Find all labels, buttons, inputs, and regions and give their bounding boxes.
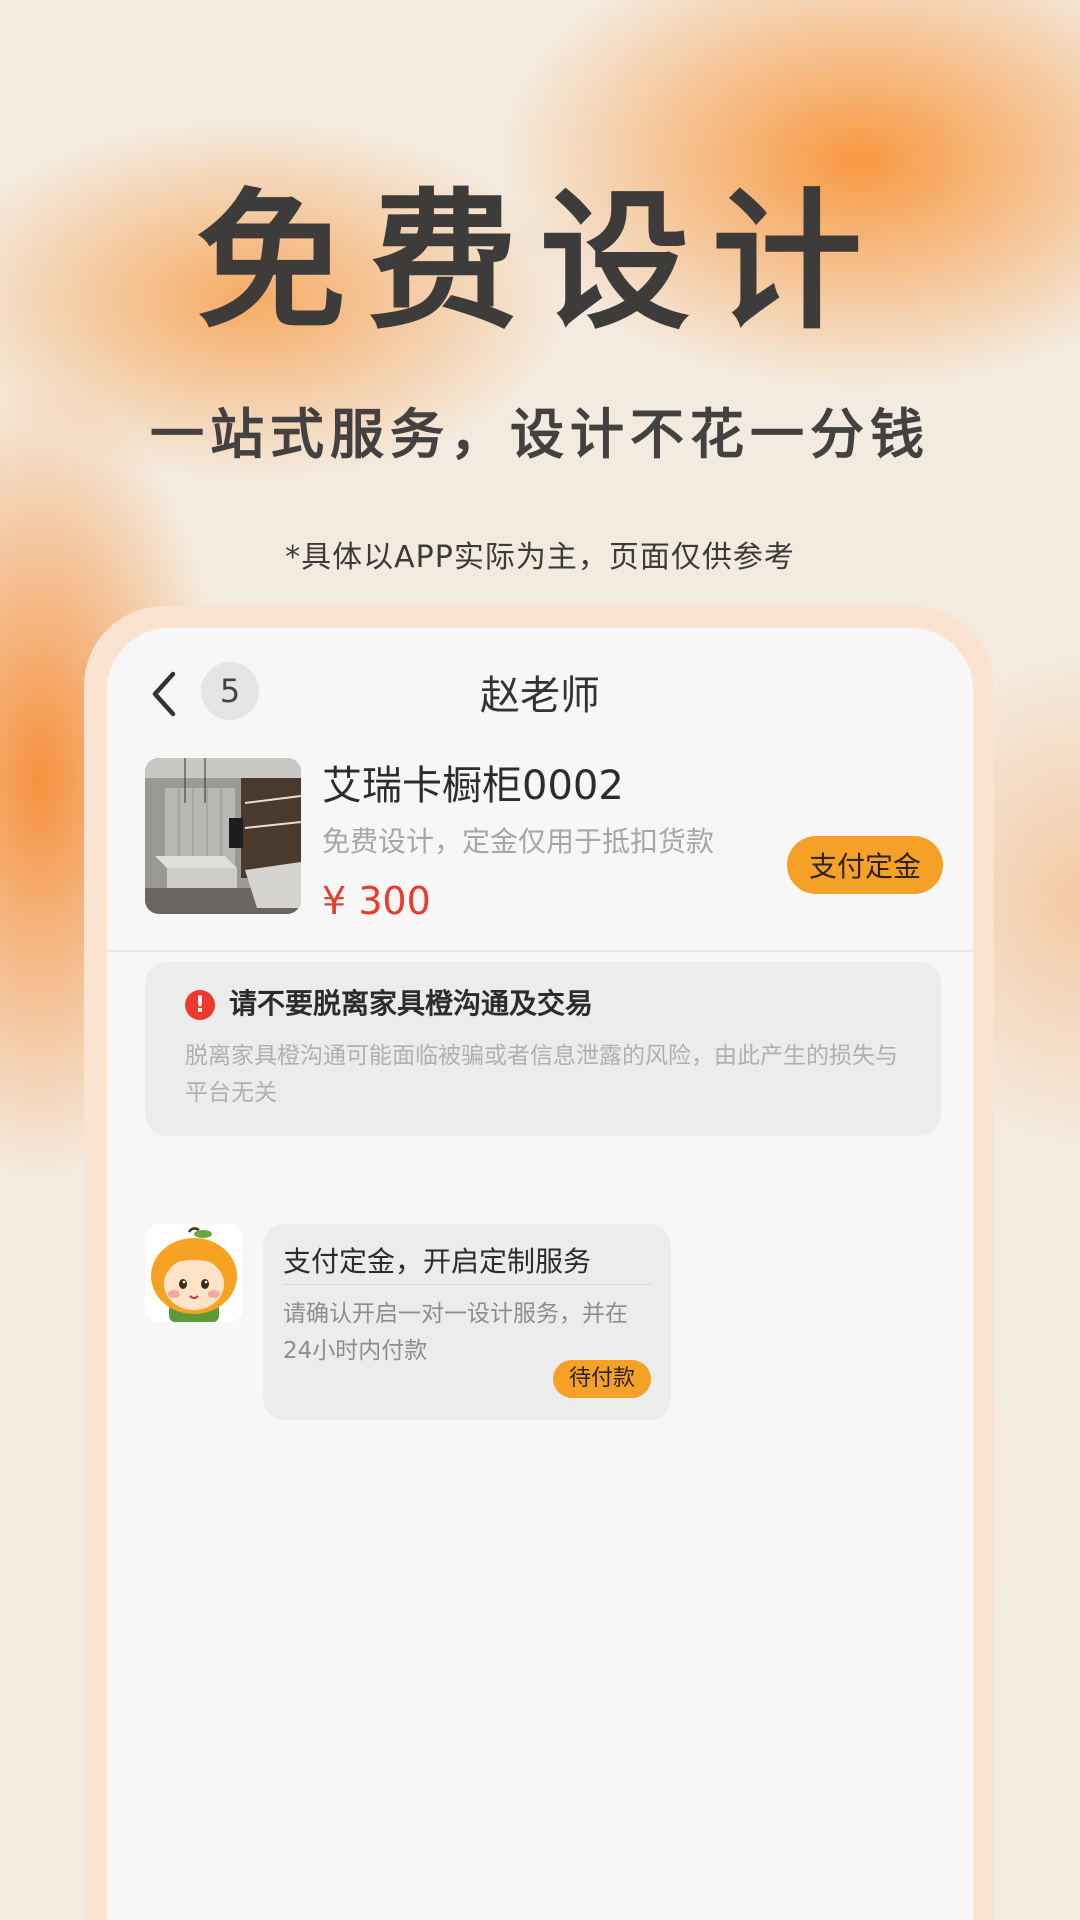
hero-note: *具体以APP实际为主，页面仅供参考: [285, 540, 795, 575]
product-description: 免费设计，定金仅用于抵扣货款: [322, 825, 715, 858]
message-title: 支付定金，开启定制服务: [283, 1245, 592, 1278]
orange-mascot-avatar[interactable]: [145, 1224, 243, 1322]
chat-screen: 5 赵老师 艾瑞卡橱柜0002 免费设计，定金仅用于抵扣货款 ¥ 300 支付定…: [107, 628, 973, 1920]
exclamation-icon: !: [185, 990, 215, 1020]
warning-notice: ! 请不要脱离家具橙沟通及交易 脱离家具橙沟通可能面临被骗或者信息泄露的风险，由…: [145, 962, 941, 1136]
hero-subtitle: 一站式服务，设计不花一分钱: [150, 403, 930, 466]
status-badge: 待付款: [553, 1360, 651, 1398]
message-divider: [283, 1284, 651, 1285]
hero-title: 免费设计: [195, 176, 884, 350]
divider: [107, 950, 973, 952]
message-text: 请确认开启一对一设计服务，并在24小时内付款: [283, 1301, 628, 1364]
warning-title: 请不要脱离家具橙沟通及交易: [229, 987, 594, 1020]
product-image: [145, 758, 301, 914]
warning-text: 脱离家具橙沟通可能面临被骗或者信息泄露的风险，由此产生的损失与平台无关: [185, 1043, 898, 1106]
product-name: 艾瑞卡橱柜0002: [322, 763, 624, 809]
page-title: 赵老师: [480, 673, 600, 719]
pay-deposit-button[interactable]: 支付定金: [787, 836, 943, 894]
message-card[interactable]: 支付定金，开启定制服务 请确认开启一对一设计服务，并在24小时内付款 待付款: [263, 1224, 671, 1420]
product-price: ¥ 300: [322, 879, 431, 923]
